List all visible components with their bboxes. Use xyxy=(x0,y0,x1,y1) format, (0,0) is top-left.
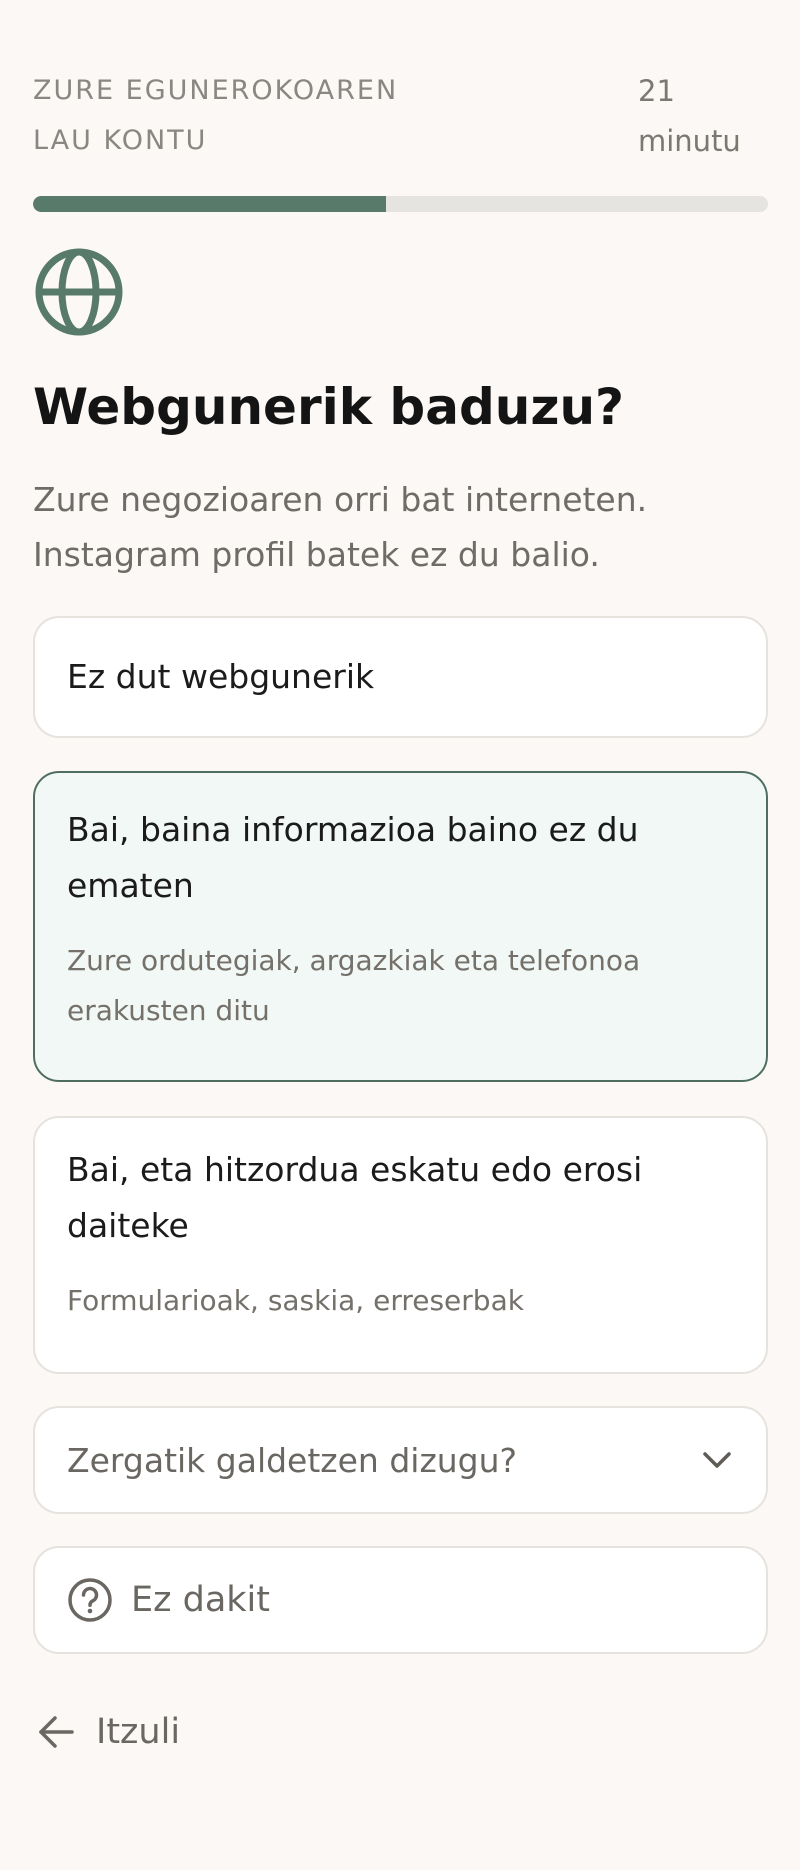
estimated-time: 21 minutu xyxy=(638,74,741,158)
question-circle-icon xyxy=(68,1578,112,1622)
option-description: Formularioak, saskia, erreserbak xyxy=(67,1284,524,1317)
option-label: Ez dut webgunerik xyxy=(67,657,375,696)
dont-know-label: Ez dakit xyxy=(131,1580,270,1620)
globe-icon xyxy=(35,248,123,336)
quiz-title: ZURE EGUNEROKOAREN LAU KONTU xyxy=(33,75,399,156)
option-no-website[interactable]: Ez dut webgunerik xyxy=(33,616,768,738)
arrow-left-icon xyxy=(39,1716,74,1748)
question-subtitle: Zure negozioaren orri bat interneten. In… xyxy=(33,480,648,574)
chevron-down-icon xyxy=(703,1452,731,1468)
dont-know-button[interactable]: Ez dakit xyxy=(33,1546,768,1654)
header: ZURE EGUNEROKOAREN LAU KONTU 21 minutu xyxy=(33,66,768,166)
option-label: Bai, baina informazioa baino ez du emate… xyxy=(67,810,639,905)
option-label: Bai, eta hitzordua eskatu edo erosi dait… xyxy=(67,1150,643,1245)
option-booking-purchase[interactable]: Bai, eta hitzordua eskatu edo erosi dait… xyxy=(33,1116,768,1374)
question-title: Webgunerik baduzu? xyxy=(33,378,625,436)
progress-bar xyxy=(33,196,768,212)
back-label: Itzuli xyxy=(96,1712,181,1752)
option-description: Zure ordutegiak, argazkiak eta telefonoa… xyxy=(67,944,641,1027)
progress-fill xyxy=(33,196,386,212)
why-accordion-label: Zergatik galdetzen dizugu? xyxy=(67,1440,518,1480)
why-accordion[interactable]: Zergatik galdetzen dizugu? xyxy=(33,1406,768,1514)
back-button[interactable]: Itzuli xyxy=(36,1704,180,1760)
option-info-only[interactable]: Bai, baina informazioa baino ez du emate… xyxy=(33,771,768,1082)
